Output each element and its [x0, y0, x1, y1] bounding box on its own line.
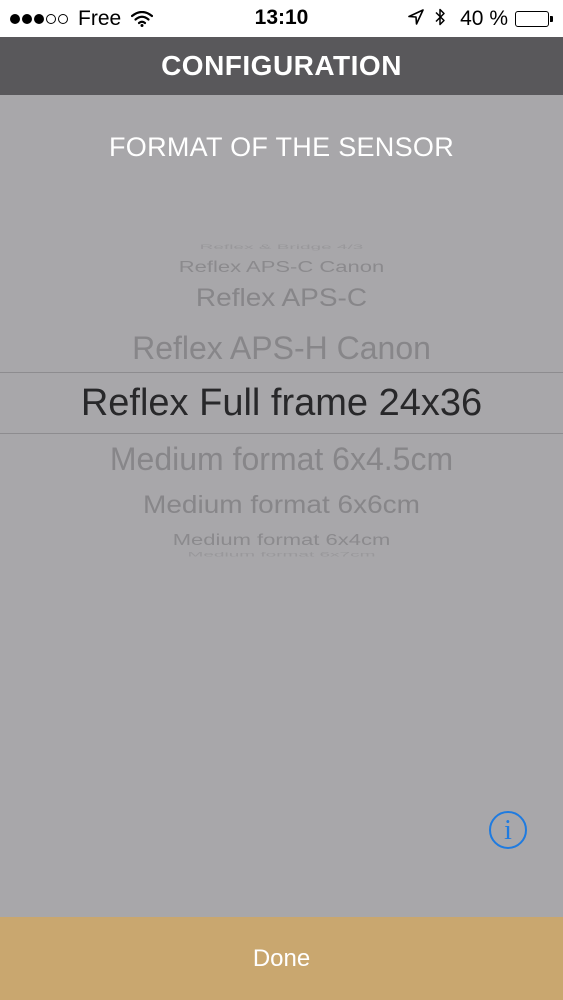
picker-option[interactable]: Reflex APS-H Canon: [0, 329, 563, 367]
picker-selection-top-line: [0, 372, 563, 373]
picker-option[interactable]: Medium format 6x7cm: [0, 551, 563, 559]
picker-option[interactable]: Medium format 6x6cm: [0, 490, 563, 520]
info-button[interactable]: i: [489, 811, 527, 849]
done-button[interactable]: Done: [0, 917, 563, 1000]
battery-icon: [515, 11, 553, 27]
battery-percent: 40 %: [460, 7, 508, 30]
picker-option[interactable]: Medium format 6x4.5cm: [0, 440, 563, 478]
picker-selected-option[interactable]: Reflex Full frame 24x36: [0, 380, 563, 426]
info-icon: i: [504, 815, 512, 846]
picker-option[interactable]: Reflex APS-C: [0, 283, 563, 313]
nav-bar: CONFIGURATION: [0, 37, 563, 95]
picker-option[interactable]: Reflex APS-C Canon: [0, 258, 563, 277]
location-arrow-icon: [408, 8, 424, 30]
picker-selection-bottom-line: [0, 433, 563, 434]
sensor-format-picker[interactable]: Reflex & Bridge 4/3 Reflex APS-C Canon R…: [0, 225, 563, 560]
done-button-label: Done: [252, 945, 311, 972]
picker-option[interactable]: Reflex & Bridge 4/3: [0, 243, 563, 251]
status-right: 40 %: [408, 6, 553, 32]
picker-option[interactable]: Medium format 6x4cm: [0, 531, 563, 550]
page-title: CONFIGURATION: [161, 50, 402, 81]
section-title: FORMAT OF THE SENSOR: [108, 132, 455, 162]
status-bar: Free 13:10 40 %: [0, 0, 563, 37]
bluetooth-icon: [434, 7, 446, 32]
